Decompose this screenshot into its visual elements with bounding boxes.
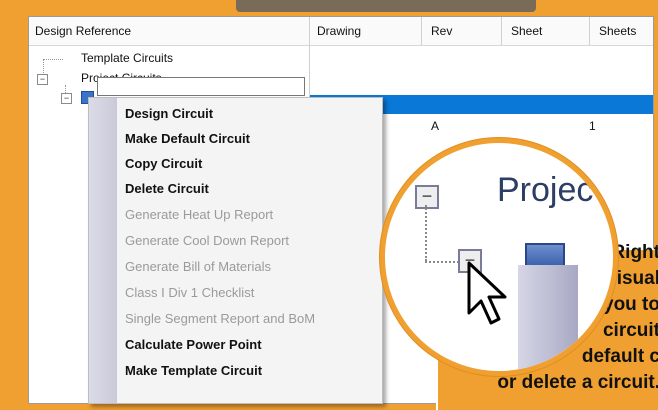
column-divider[interactable] [501, 17, 502, 45]
callout-line: default c [581, 346, 658, 367]
menu-item-calculate-power-point[interactable]: Calculate Power Point [125, 334, 262, 356]
menu-item-class-i-div-1-checklist: Class I Div 1 Checklist [125, 285, 255, 300]
column-header-row: Design Reference Drawing Rev Sheet Sheet… [29, 17, 653, 46]
header-sheets[interactable]: Sheets [599, 24, 636, 38]
row-sheet-cell: 1 [589, 119, 596, 133]
tree-expander-icon[interactable]: − [37, 74, 48, 85]
menu-item-single-segment-report: Single Segment Report and BoM [125, 311, 316, 326]
column-divider[interactable] [421, 17, 422, 45]
tree-expander-icon[interactable]: − [61, 93, 72, 104]
callout-line: you to [603, 294, 658, 315]
tree-connector [43, 59, 63, 61]
menu-item-generate-heat-up-report: Generate Heat Up Report [125, 207, 274, 222]
header-rev[interactable]: Rev [431, 24, 452, 38]
callout-line: circuit [602, 320, 658, 341]
menu-item-generate-cool-down-report: Generate Cool Down Report [125, 233, 290, 248]
tree-connector [425, 205, 428, 261]
callout-line: or delete a circuit. [497, 372, 658, 393]
mouse-pointer-icon [467, 261, 507, 325]
header-drawing[interactable]: Drawing [317, 24, 361, 38]
row-rev-cell: A [431, 119, 440, 133]
top-tab-decoration [236, 0, 536, 12]
menu-item-delete-circuit[interactable]: Delete Circuit [125, 178, 209, 200]
menu-item-copy-circuit[interactable]: Copy Circuit [125, 153, 202, 175]
zoom-magnifier: − Projec − [380, 138, 618, 376]
menu-item-make-default-circuit[interactable]: Make Default Circuit [125, 128, 250, 150]
circuit-name-edit-field[interactable] [97, 77, 305, 96]
menu-item-make-template-circuit[interactable]: Make Template Circuit [125, 360, 262, 382]
tree-item-template-circuits[interactable]: Template Circuits [81, 51, 173, 65]
header-design-reference[interactable]: Design Reference [35, 24, 131, 38]
column-divider[interactable] [309, 17, 310, 45]
callout-line: Right [611, 242, 658, 263]
tree-connector [425, 261, 459, 264]
magnified-menu-gutter [518, 265, 578, 371]
menu-item-design-circuit[interactable]: Design Circuit [125, 103, 213, 125]
header-sheet[interactable]: Sheet [511, 24, 542, 38]
circuit-context-menu: Design Circuit Make Default Circuit Copy… [88, 97, 383, 404]
menu-item-generate-bill-of-materials: Generate Bill of Materials [125, 259, 271, 274]
menu-icon-gutter [89, 98, 117, 403]
magnified-project-label: Projec [497, 171, 594, 209]
column-divider[interactable] [589, 17, 590, 45]
